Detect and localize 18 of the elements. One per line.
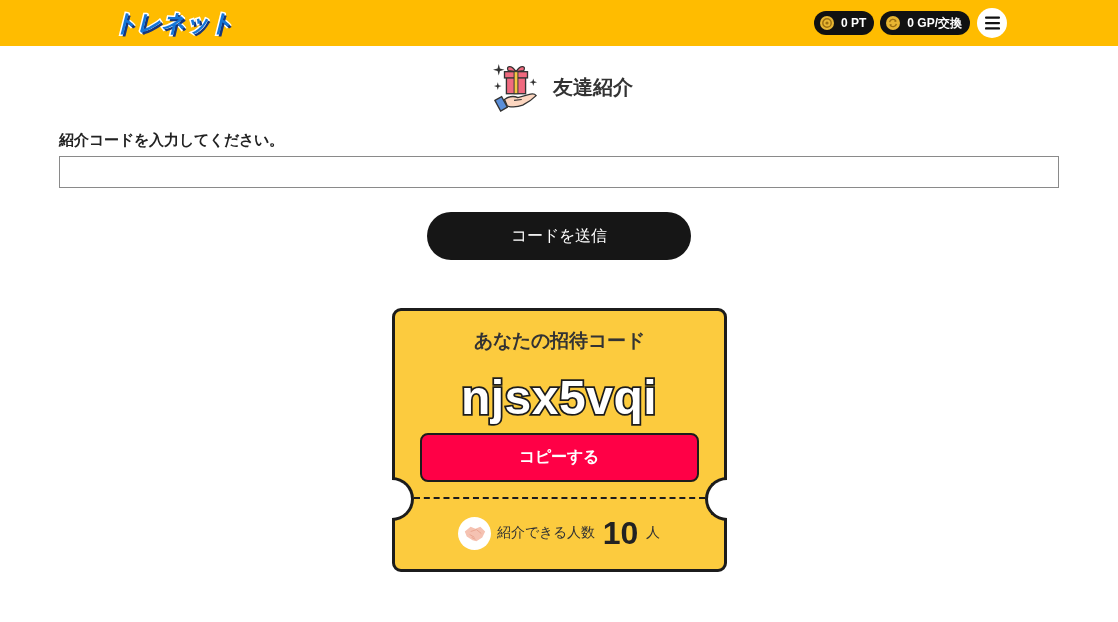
menu-button[interactable] xyxy=(977,8,1007,38)
coin-icon xyxy=(819,16,834,30)
code-input-label: 紹介コードを入力してください。 xyxy=(59,130,284,150)
menu-icon xyxy=(984,16,1000,30)
send-code-button[interactable]: コードを送信 xyxy=(427,212,691,260)
invite-count-label: 紹介できる人数 xyxy=(496,524,595,542)
code-input-field[interactable] xyxy=(59,156,1059,188)
page-title: 友達紹介 xyxy=(553,75,633,99)
handshake-icon xyxy=(457,516,491,550)
gift-on-hand-icon xyxy=(493,62,539,112)
balance-pill[interactable]: 0 GP/交換 xyxy=(880,11,970,35)
balance-pill[interactable]: 0 PT xyxy=(813,11,875,35)
invite-code: njsx5vqi xyxy=(460,370,658,426)
invite-code-heading: あなたの招待コード xyxy=(473,329,645,353)
invite-count-unit: 人 xyxy=(646,524,661,542)
copy-button[interactable]: コピーする xyxy=(419,433,699,482)
exchange-coin-icon xyxy=(886,16,901,30)
invite-count: 10 xyxy=(602,515,639,551)
